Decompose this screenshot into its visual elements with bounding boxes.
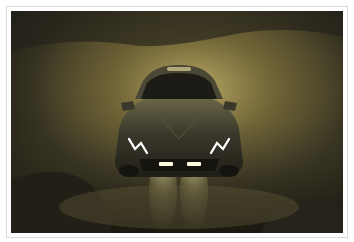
hero-photo (11, 11, 343, 233)
aux-light-left (159, 162, 173, 166)
aux-light-right (187, 162, 201, 166)
page-frame (0, 0, 354, 242)
car-in-dust-image (11, 11, 343, 233)
photo-card (6, 6, 348, 238)
dust-haze (59, 185, 299, 229)
